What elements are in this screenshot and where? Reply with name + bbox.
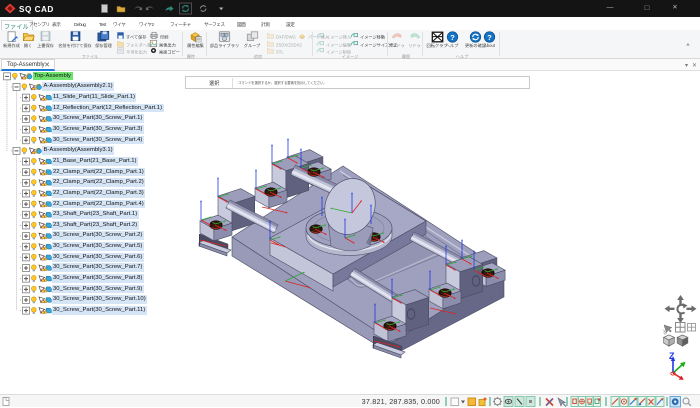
svg-text:37.821, 287.835, 0.000: 37.821, 287.835, 0.000: [362, 397, 440, 406]
